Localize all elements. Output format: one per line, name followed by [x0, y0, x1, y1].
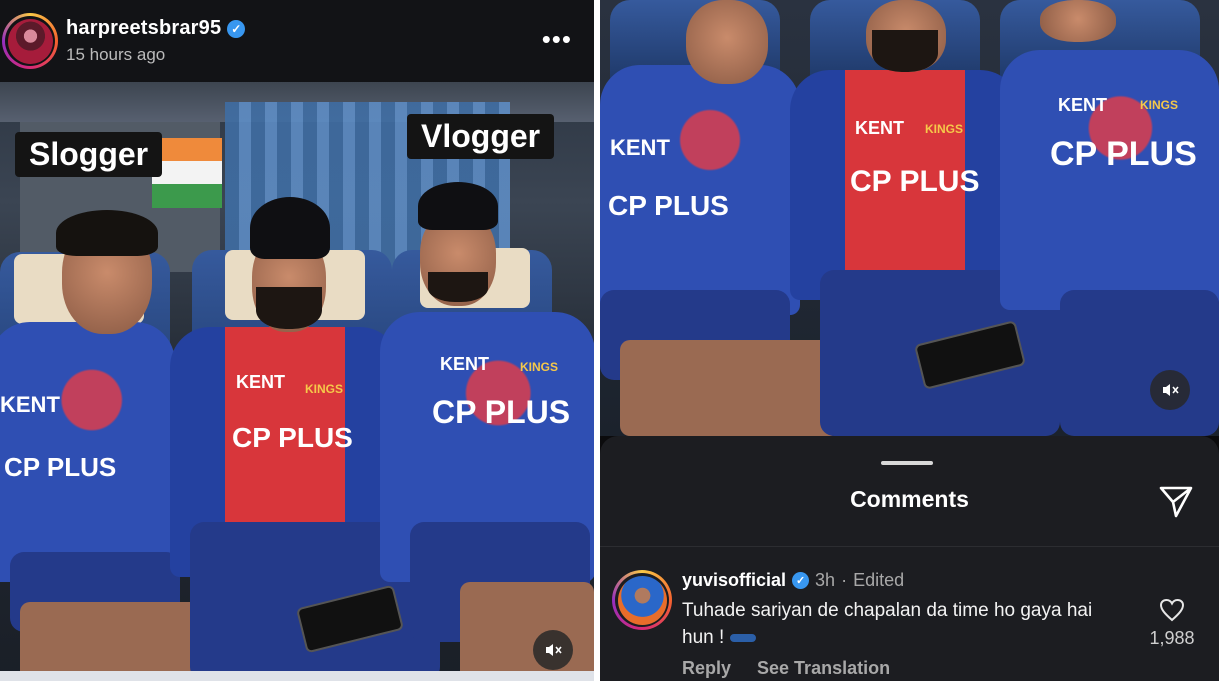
- flag-image: [152, 138, 222, 208]
- jersey-sponsor: CP PLUS: [1050, 135, 1197, 173]
- comment-actions: Reply See Translation: [682, 658, 890, 679]
- see-translation-button[interactable]: See Translation: [757, 658, 890, 679]
- like-count: 1,988: [1149, 628, 1195, 648]
- comment-like: 1,988: [1137, 598, 1207, 649]
- comment-avatar-image: [617, 575, 667, 625]
- jersey-sponsor-alt: KENT: [236, 372, 285, 392]
- comment-username[interactable]: yuvisofficial: [682, 570, 786, 591]
- jersey-team: KINGS: [1140, 98, 1179, 112]
- verified-icon: ✓: [227, 19, 246, 38]
- reply-button[interactable]: Reply: [682, 658, 731, 679]
- jersey-sponsor-alt: KENT: [1058, 95, 1107, 115]
- right-reel-panel: KENT CP PLUS KENT KINGS CP PLUS KENT KIN…: [600, 0, 1219, 681]
- post-time: 15 hours ago: [66, 45, 166, 64]
- jersey-team: KINGS: [520, 360, 559, 374]
- comment-time: 3h: [815, 570, 836, 590]
- hair: [56, 210, 158, 256]
- drag-handle[interactable]: [881, 461, 933, 465]
- beard: [428, 272, 488, 302]
- jersey-sponsor: CP PLUS: [232, 422, 353, 453]
- beard: [872, 30, 938, 72]
- jersey: [1000, 50, 1219, 310]
- post-photo[interactable]: KENT CP PLUS KENT KINGS CP PLUS KENT KIN…: [0, 82, 594, 681]
- beard: [256, 287, 322, 329]
- comments-sheet: Comments yuvisofficial ✓ 3h · Edited Tuh…: [600, 436, 1219, 681]
- avatar-image: [7, 18, 53, 64]
- emoji-hearts: [730, 633, 757, 642]
- legs: [460, 582, 594, 681]
- turban: [250, 197, 330, 259]
- comment-avatar[interactable]: [612, 570, 672, 630]
- jersey-team: KINGS: [925, 122, 964, 136]
- shorts: [1060, 290, 1219, 436]
- jersey-sponsor-alt: KENT: [440, 354, 489, 374]
- jersey-sponsor-alt: KENT: [0, 392, 60, 417]
- share-icon[interactable]: [1157, 482, 1195, 520]
- turban: [418, 182, 498, 230]
- mute-icon[interactable]: [533, 630, 573, 670]
- left-post-panel: harpreetsbrar95 ✓ 15 hours ago ••• KENT …: [0, 0, 594, 681]
- mute-icon[interactable]: [1150, 370, 1190, 410]
- jersey-sponsor-alt: KENT: [855, 118, 904, 138]
- comment-item: yuvisofficial ✓ 3h · Edited Tuhade sariy…: [612, 570, 1207, 680]
- jersey-team: KINGS: [305, 382, 344, 396]
- comments-title: Comments: [850, 486, 969, 512]
- face: [1040, 0, 1116, 42]
- comment-edited: Edited: [853, 570, 905, 590]
- jersey-sponsor: CP PLUS: [432, 394, 571, 430]
- jersey-sponsor: CP PLUS: [608, 190, 729, 221]
- legs: [620, 340, 840, 436]
- post-username[interactable]: harpreetsbrar95: [66, 17, 221, 40]
- label-vlogger: Vlogger: [407, 114, 555, 159]
- heart-icon[interactable]: [1159, 598, 1185, 622]
- comment-meta: yuvisofficial ✓ 3h · Edited: [682, 570, 904, 591]
- verified-icon: ✓: [792, 572, 810, 589]
- comment-text: Tuhade sariyan de chapalan da time ho ga…: [682, 597, 1102, 651]
- reel-video[interactable]: KENT CP PLUS KENT KINGS CP PLUS KENT KIN…: [600, 0, 1219, 436]
- post-header: harpreetsbrar95 ✓ 15 hours ago •••: [0, 0, 594, 82]
- label-slogger: Slogger: [15, 132, 163, 177]
- sheet-divider: [600, 546, 1219, 547]
- bottom-strip: [0, 671, 594, 681]
- jersey-sponsor: CP PLUS: [4, 452, 117, 482]
- comment-separator: ·: [841, 570, 848, 590]
- avatar[interactable]: [2, 13, 58, 69]
- jersey-sponsor: CP PLUS: [850, 165, 980, 198]
- more-icon[interactable]: •••: [542, 26, 572, 52]
- face: [686, 0, 768, 84]
- jersey-sponsor-alt: KENT: [610, 135, 670, 160]
